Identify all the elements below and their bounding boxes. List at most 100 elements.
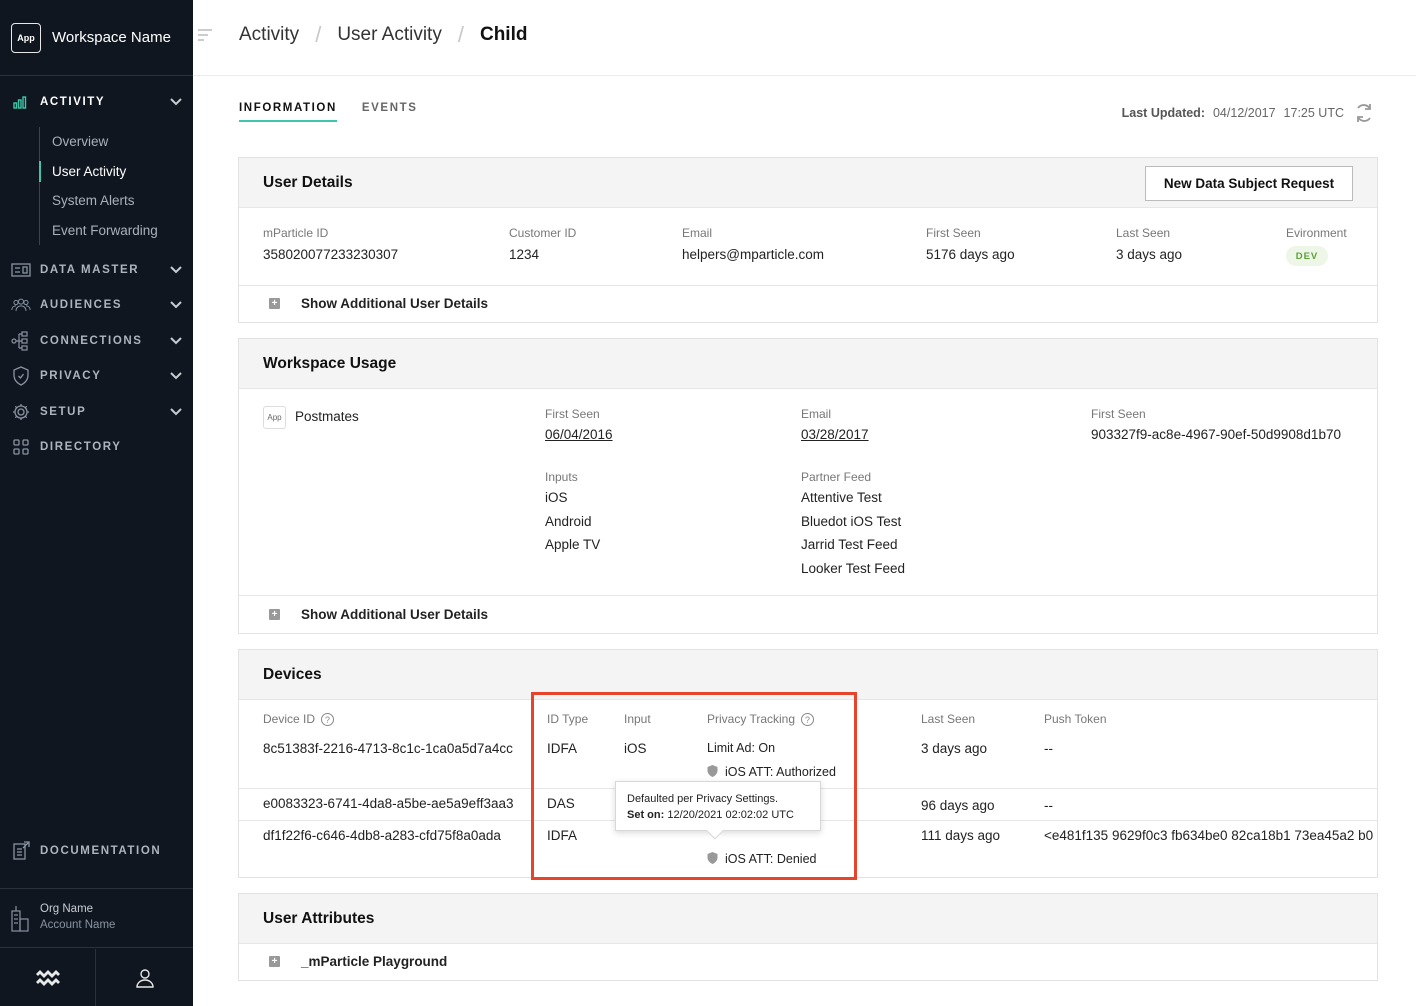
nav-privacy-label: PRIVACY xyxy=(40,370,102,382)
bar-chart-icon xyxy=(11,92,31,112)
user-details-card: User Details New Data Subject Request mP… xyxy=(238,157,1378,323)
first-seen-date-link[interactable]: 06/04/2016 xyxy=(545,427,613,442)
workspace-usage-card: Workspace Usage App Postmates First Seen… xyxy=(238,338,1378,634)
nav-connections[interactable]: CONNECTIONS xyxy=(0,329,193,353)
workspace-app-icon: App xyxy=(11,22,41,53)
partner-feed-item: Looker Test Feed xyxy=(801,561,906,576)
nav-data-master[interactable]: DATA MASTER xyxy=(0,258,193,282)
customer-id-value: 1234 xyxy=(509,247,540,262)
refresh-icon[interactable] xyxy=(1354,103,1374,123)
workspace-header[interactable]: App Workspace Name xyxy=(0,0,193,76)
nav-connections-label: CONNECTIONS xyxy=(40,335,143,347)
breadcrumb-activity[interactable]: Activity xyxy=(239,24,299,46)
menu-icon[interactable] xyxy=(198,28,213,42)
sidebar-item-event-forwarding[interactable]: Event Forwarding xyxy=(40,216,193,246)
push-token-cell: -- xyxy=(1044,741,1053,756)
workspace-name: Workspace Name xyxy=(52,29,171,46)
nav-documentation[interactable]: DOCUMENTATION xyxy=(0,839,193,863)
top-bar: Activity / User Activity / Child xyxy=(193,0,1416,76)
sidebar-item-overview[interactable]: Overview xyxy=(40,127,193,157)
field-label: mParticle ID xyxy=(263,226,329,240)
help-icon[interactable]: ? xyxy=(801,713,815,727)
column-header-privacy-tracking: Privacy Tracking? xyxy=(707,712,815,727)
breadcrumb-user-activity[interactable]: User Activity xyxy=(337,24,442,46)
breadcrumb: Activity / User Activity / Child xyxy=(239,22,527,48)
nav-activity-label: ACTIVITY xyxy=(40,96,106,108)
nav-directory[interactable]: DIRECTORY xyxy=(0,435,193,459)
chevron-down-icon[interactable] xyxy=(169,95,183,109)
tooltip-set-on: Set on: 12/20/2021 02:02:02 UTC xyxy=(627,809,809,821)
nav-directory-label: DIRECTORY xyxy=(40,441,122,453)
att-label: iOS ATT: Authorized xyxy=(725,765,836,779)
tooltip-set-on-label: Set on: xyxy=(627,809,665,821)
chevron-down-icon[interactable] xyxy=(169,405,183,419)
mparticle-id-value: 358020077233230307 xyxy=(263,247,399,262)
plus-icon: + xyxy=(269,298,280,309)
audiences-icon xyxy=(11,295,31,315)
field-label: First Seen xyxy=(926,226,981,240)
input-cell: iOS xyxy=(624,741,647,756)
last-seen-value: 3 days ago xyxy=(1116,247,1183,262)
sidebar-item-user-activity[interactable]: User Activity xyxy=(39,157,193,187)
sidebar-item-system-alerts[interactable]: System Alerts xyxy=(40,186,193,216)
card-title: User Attributes xyxy=(263,910,375,927)
last-seen-cell: 3 days ago xyxy=(921,741,988,756)
nav-activity[interactable]: ACTIVITY xyxy=(0,90,193,114)
user-icon[interactable] xyxy=(95,949,193,1006)
new-data-subject-request-button[interactable]: New Data Subject Request xyxy=(1145,166,1353,201)
id-type-cell: IDFA xyxy=(547,741,578,756)
gear-icon xyxy=(11,402,31,422)
org-switcher[interactable]: Org Name Account Name xyxy=(0,888,193,948)
field-label: Last Seen xyxy=(1116,226,1171,240)
shield-icon xyxy=(707,765,718,777)
last-updated-label: Last Updated: xyxy=(1121,106,1205,120)
last-updated-time: 17:25 UTC xyxy=(1283,106,1344,120)
help-icon[interactable]: ? xyxy=(321,713,335,727)
input-item: Apple TV xyxy=(545,537,601,552)
last-updated: Last Updated: 04/12/2017 17:25 UTC xyxy=(1122,106,1344,120)
chevron-down-icon[interactable] xyxy=(169,369,183,383)
expander-label: Show Additional User Details xyxy=(301,607,489,622)
chevron-down-icon[interactable] xyxy=(169,298,183,312)
playground-expander[interactable]: + _mParticle Playground xyxy=(269,954,447,969)
org-name: Org Name xyxy=(40,903,94,915)
breadcrumb-separator: / xyxy=(457,22,464,47)
first-seen-value: 5176 days ago xyxy=(926,247,1015,262)
column-header-id-type: ID Type xyxy=(547,712,589,726)
device-id-cell: e0083323-6741-4da8-a5be-ae5a9eff3aa3 xyxy=(263,796,514,811)
device-id-cell: 8c51383f-2216-4713-8c1c-1ca0a5d7a4cc xyxy=(263,741,513,756)
nav-audiences-label: AUDIENCES xyxy=(40,299,123,311)
devices-header: Devices xyxy=(239,650,1377,700)
data-master-icon xyxy=(11,260,31,280)
nav-audiences[interactable]: AUDIENCES xyxy=(0,293,193,317)
user-details-header: User Details New Data Subject Request xyxy=(239,158,1377,208)
nav-privacy[interactable]: PRIVACY xyxy=(0,364,193,388)
tooltip-set-on-value: 12/20/2021 02:02:02 UTC xyxy=(667,809,794,821)
partner-feed-item: Attentive Test xyxy=(801,490,882,505)
app-name: Postmates xyxy=(295,409,359,424)
push-token-cell: <e481f135 9629f0c3 fb634be0 82ca18b1 73e… xyxy=(1044,828,1374,843)
activity-submenu: Overview User Activity System Alerts Eve… xyxy=(39,127,193,246)
account-name: Account Name xyxy=(40,919,116,931)
chevron-down-icon[interactable] xyxy=(169,334,183,348)
field-label: Email xyxy=(682,226,713,240)
tooltip-line: Defaulted per Privacy Settings. xyxy=(627,793,779,805)
plus-icon: + xyxy=(269,956,280,967)
show-additional-details-toggle[interactable]: + Show Additional User Details xyxy=(269,607,488,622)
mparticle-logo-icon[interactable] xyxy=(0,949,95,1006)
grid-icon xyxy=(11,437,31,457)
sidebar-footer xyxy=(0,949,193,1006)
chevron-down-icon[interactable] xyxy=(169,263,183,277)
nav-setup[interactable]: SETUP xyxy=(0,400,193,424)
field-label: First Seen xyxy=(1091,407,1146,421)
privacy-att-status: iOS ATT: Denied xyxy=(707,852,816,866)
field-label: Inputs xyxy=(545,470,578,484)
partner-feed-item: Bluedot iOS Test xyxy=(801,514,902,529)
devices-card: Devices Device ID? ID Type Input Privacy… xyxy=(238,649,1378,878)
email-date-link[interactable]: 03/28/2017 xyxy=(801,427,869,442)
user-attributes-header: User Attributes xyxy=(239,894,1377,944)
tab-events[interactable]: EVENTS xyxy=(362,102,418,122)
show-additional-details-toggle[interactable]: + Show Additional User Details xyxy=(269,296,488,311)
tab-information[interactable]: INFORMATION xyxy=(239,102,337,122)
building-icon xyxy=(10,905,30,933)
